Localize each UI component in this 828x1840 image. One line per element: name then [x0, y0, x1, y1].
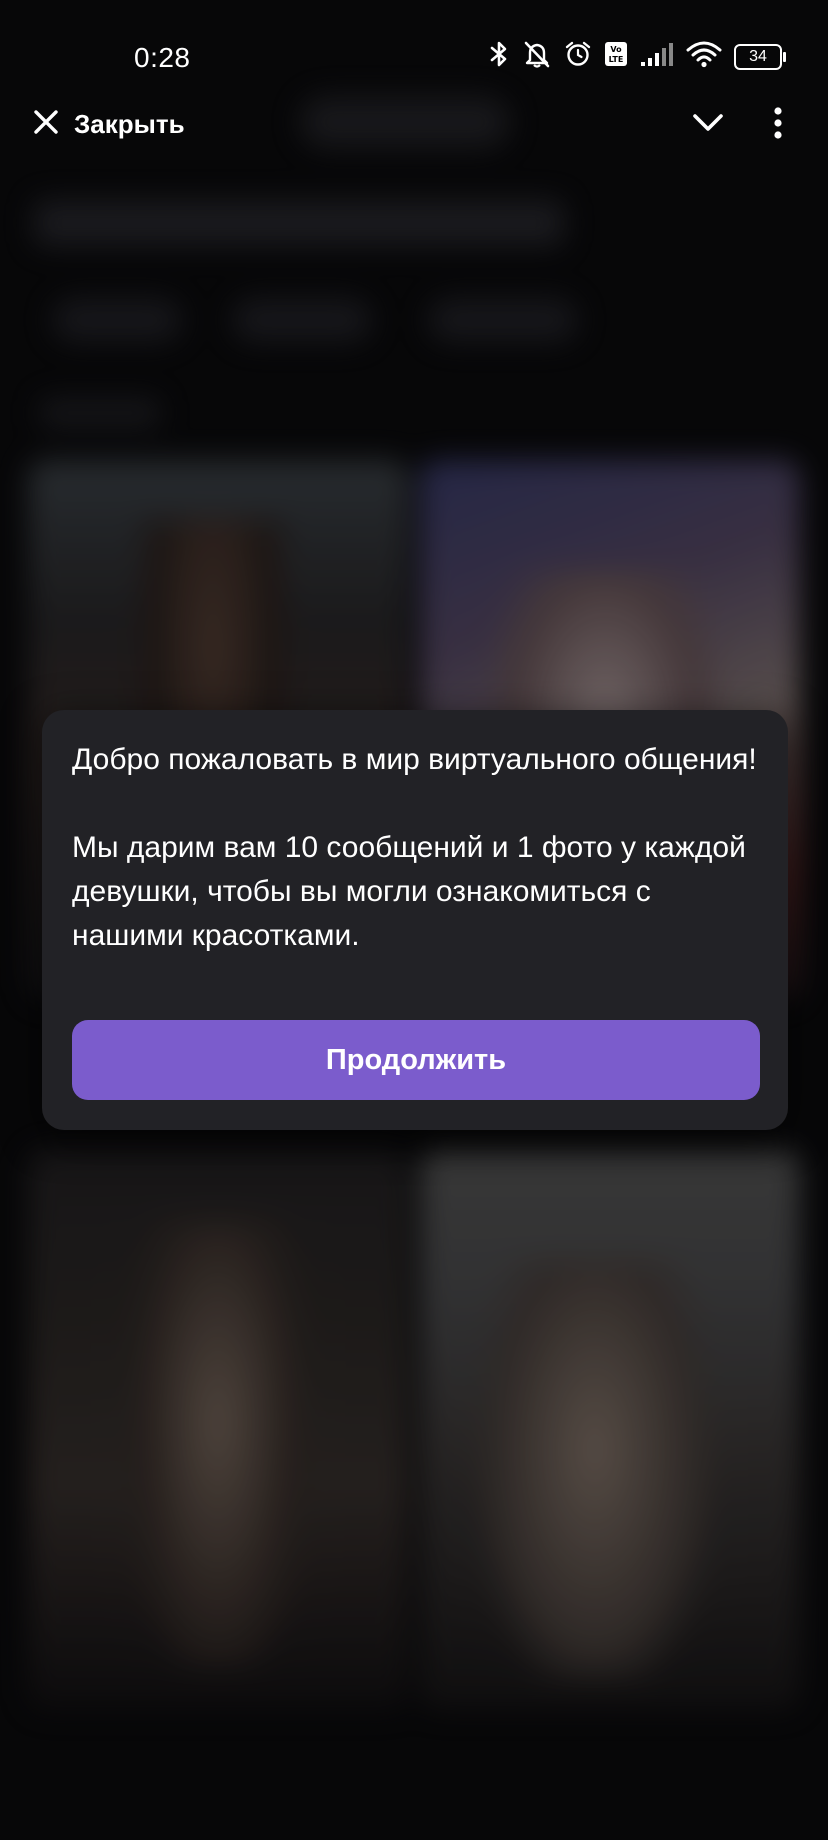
cellular-signal-icon — [640, 40, 674, 73]
gift-message: Мы дарим вам 10 сообщений и 1 фото у каж… — [72, 831, 746, 952]
top-navigation: Закрыть — [0, 96, 828, 156]
status-bar: 0:28 Vo LTE 34 — [0, 0, 828, 110]
modal-text: Добро пожаловать в мир виртуального обще… — [72, 738, 762, 958]
close-icon — [32, 108, 60, 141]
battery-icon: 34 — [734, 43, 786, 70]
svg-text:LTE: LTE — [609, 55, 624, 64]
bluetooth-icon — [488, 40, 510, 73]
status-icons: Vo LTE 34 — [488, 40, 786, 73]
welcome-modal: Добро пожаловать в мир виртуального обще… — [42, 710, 788, 1130]
alarm-icon — [564, 40, 592, 73]
chevron-down-icon[interactable] — [690, 108, 726, 141]
close-label: Закрыть — [74, 109, 185, 139]
continue-button[interactable]: Продолжить — [72, 1020, 760, 1100]
screen: 0:28 Vo LTE 34 Закрыть Добро пожаловать … — [0, 0, 828, 1840]
status-time: 0:28 — [134, 42, 191, 73]
close-button[interactable]: Закрыть — [32, 108, 185, 141]
svg-text:Vo: Vo — [610, 45, 622, 54]
volte-icon: Vo LTE — [604, 40, 628, 73]
notifications-off-icon — [522, 40, 552, 73]
wifi-icon — [686, 40, 722, 73]
more-vertical-icon[interactable] — [762, 106, 794, 145]
welcome-message: Добро пожаловать в мир виртуального обще… — [72, 743, 757, 776]
